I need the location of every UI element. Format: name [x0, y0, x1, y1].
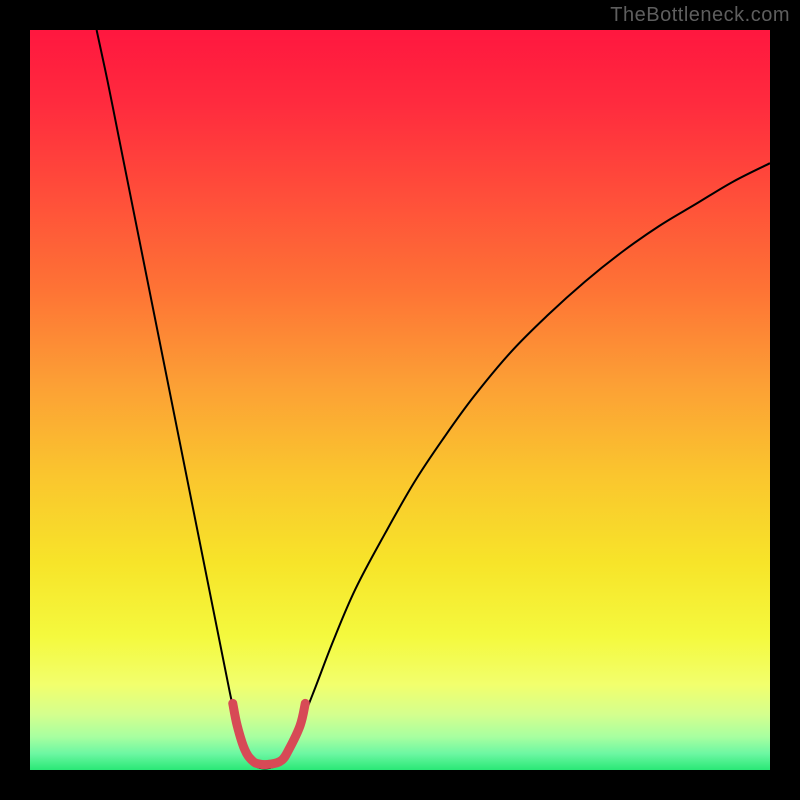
bottleneck-chart: [30, 30, 770, 770]
plot-background: [30, 30, 770, 770]
chart-frame: TheBottleneck.com: [0, 0, 800, 800]
watermark-text: TheBottleneck.com: [610, 4, 790, 27]
